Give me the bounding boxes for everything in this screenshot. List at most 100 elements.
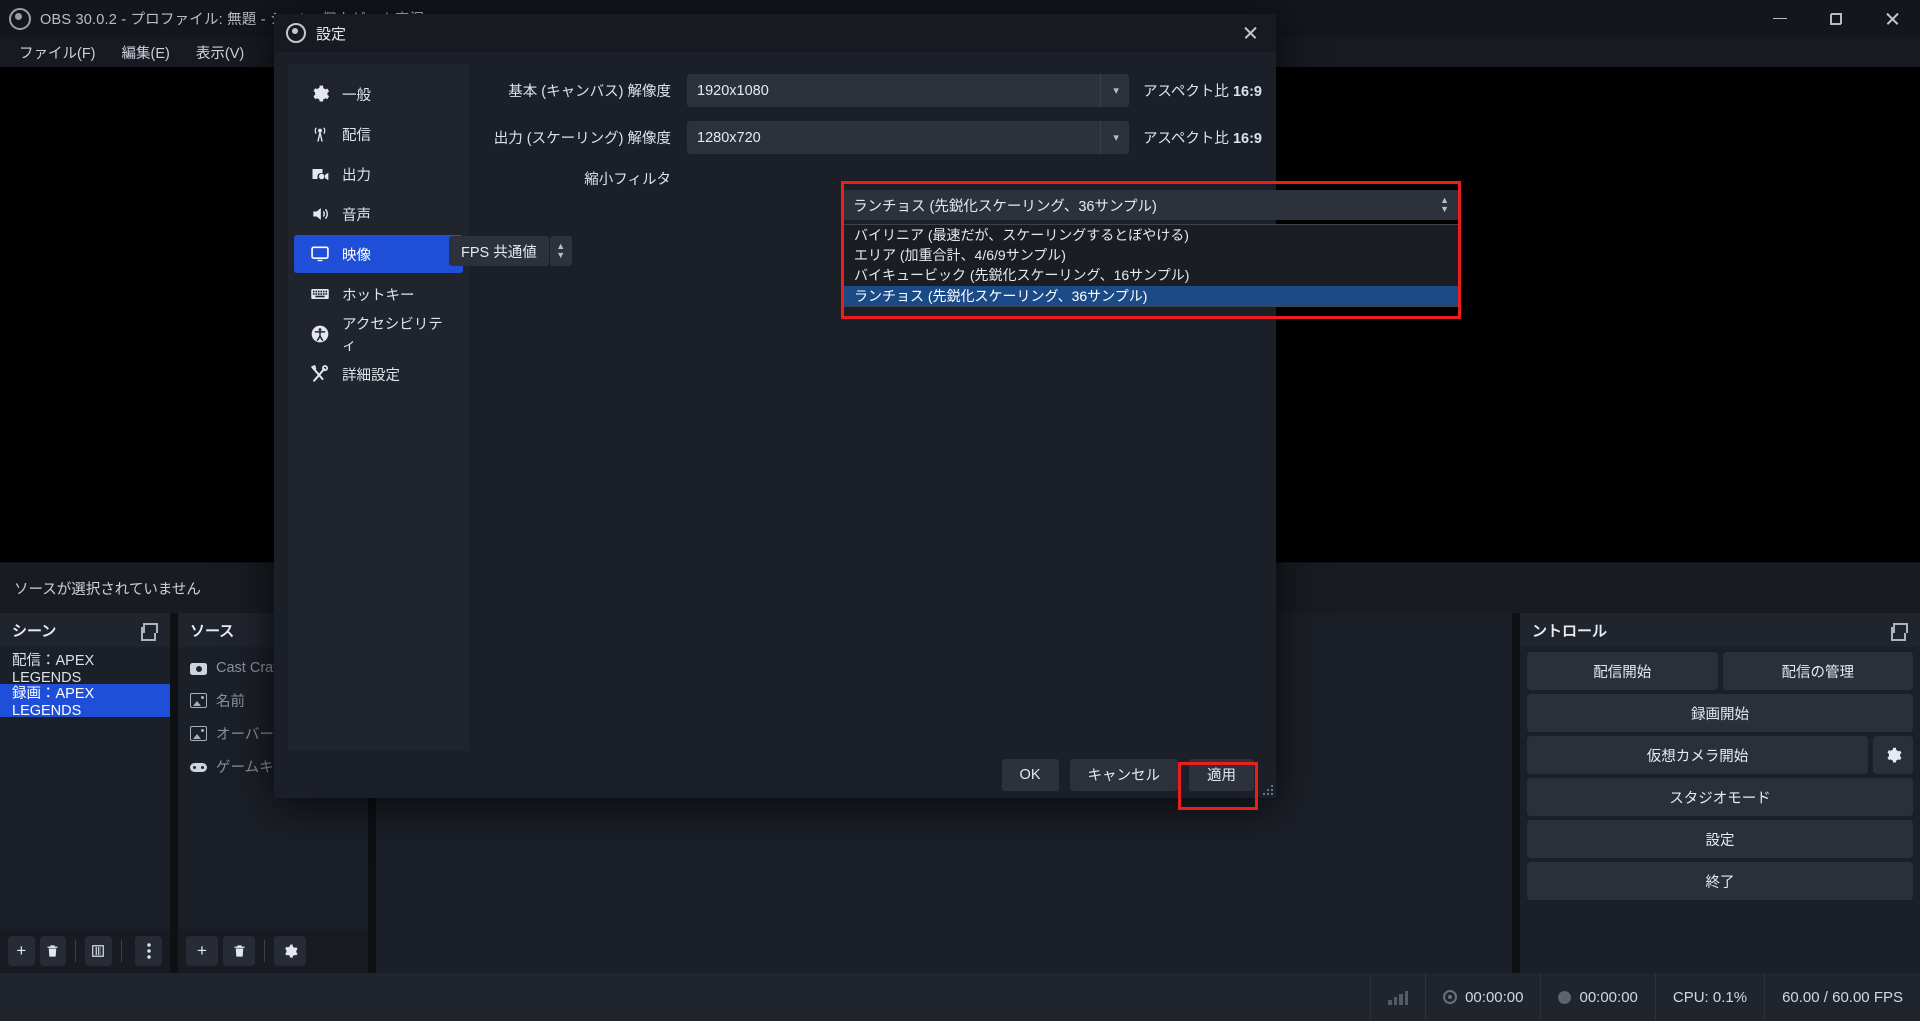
maximize-button[interactable] [1808, 0, 1864, 37]
remove-scene-button[interactable] [39, 936, 67, 966]
window-controls [1752, 0, 1920, 37]
close-icon [1885, 12, 1899, 26]
settings-dialog: 設定 一般 配信 出力 音声 映像 ホットキー アクセシビリティ 詳細設定 基本… [274, 14, 1461, 810]
toolbar-divider [264, 940, 265, 962]
controls-row-record: 録画開始 [1527, 694, 1913, 732]
remove-source-button[interactable] [223, 936, 255, 966]
source-properties-button[interactable] [274, 936, 306, 966]
downscale-filter-row: 縮小フィルタ [491, 168, 1262, 189]
minimize-icon [1773, 17, 1787, 20]
base-aspect-label: アスペクト比 [1142, 84, 1229, 100]
broadcast-icon [1443, 990, 1458, 1004]
sidebar-item-label: アクセシビリティ [342, 317, 443, 354]
toolbar-divider [120, 940, 122, 962]
gear-icon [1886, 747, 1902, 762]
downscale-filter-combo[interactable]: ランチョス (先鋭化スケーリング、36サンプル) ▲ ▼ [843, 190, 1459, 220]
base-aspect-ratio: アスペクト比 16:9 [1143, 80, 1262, 101]
scene-menu-button[interactable] [135, 936, 162, 966]
menu-edit[interactable]: 編集(E) [109, 38, 183, 67]
settings-close-button[interactable] [1224, 14, 1276, 52]
dropdown-option-bilinear[interactable]: バイリニア (最速だが、スケーリングするとぼやける) [844, 225, 1458, 245]
start-recording-button[interactable]: 録画開始 [1527, 694, 1913, 732]
output-resolution-combo[interactable]: 1280x720 ▾ [687, 121, 1129, 154]
controls-row-settings: 設定 [1527, 820, 1913, 858]
no-source-selected-label: ソースが選択されていません [14, 581, 201, 598]
trash-icon [47, 945, 58, 957]
gear-icon [284, 944, 298, 958]
sidebar-item-label: ホットキー [342, 287, 415, 304]
menu-file[interactable]: ファイル(F) [6, 38, 109, 67]
fps-stepper[interactable]: ▲ ▼ [549, 236, 572, 266]
output-aspect-label: アスペクト比 [1142, 131, 1229, 147]
minimize-button[interactable] [1752, 0, 1808, 37]
apply-button[interactable]: 適用 [1189, 758, 1254, 791]
downscale-filter-value: ランチョス (先鋭化スケーリング、36サンプル) [853, 198, 1157, 215]
monitor-icon [310, 244, 330, 264]
obs-application-window: OBS 30.0.2 - プロファイル: 無題 - シーン: 個人ゲーム実況 フ… [0, 0, 1920, 1021]
scenes-toolbar: + [0, 929, 170, 973]
sidebar-item-label: 出力 [342, 167, 371, 184]
output-aspect-ratio: アスペクト比 16:9 [1143, 127, 1262, 148]
status-stream-time: 00:00:00 [1425, 973, 1540, 1021]
sidebar-item-label: 映像 [342, 247, 371, 264]
maximize-restore-icon [1830, 12, 1842, 25]
sidebar-item-accessibility[interactable]: アクセシビリティ [294, 315, 463, 354]
image-icon [190, 726, 207, 741]
output-resolution-row: 出力 (スケーリング) 解像度 1280x720 ▾ アスペクト比 16:9 [491, 121, 1262, 154]
menu-view[interactable]: 表示(V) [183, 38, 257, 67]
scenes-list[interactable]: 配信：APEX LEGENDS 録画：APEX LEGENDS [0, 647, 170, 929]
add-source-button[interactable]: + [186, 936, 218, 966]
ok-button[interactable]: OK [1001, 758, 1059, 791]
scene-item-record[interactable]: 録画：APEX LEGENDS [0, 684, 170, 719]
controls-dock-title: ントロール [1532, 622, 1608, 640]
sidebar-item-audio[interactable]: 音声 [294, 195, 463, 233]
scenes-dock-header: シーン [0, 613, 170, 647]
sidebar-item-advanced[interactable]: 詳細設定 [294, 355, 463, 393]
image-icon [190, 693, 207, 708]
scene-filters-button[interactable] [84, 936, 112, 966]
fps-type-combo[interactable]: FPS 共通値 [449, 236, 549, 266]
studio-mode-button[interactable]: スタジオモード [1527, 778, 1913, 816]
base-resolution-row: 基本 (キャンバス) 解像度 1920x1080 ▾ アスペクト比 16:9 [491, 74, 1262, 107]
signal-bars-icon [1388, 989, 1409, 1005]
undock-icon[interactable] [141, 622, 158, 641]
settings-nav: 一般 配信 出力 音声 映像 ホットキー アクセシビリティ 詳細設定 [288, 64, 469, 751]
downscale-filter-dropdown[interactable]: バイリニア (最速だが、スケーリングするとぼやける) エリア (加重合計、4/6… [843, 224, 1459, 307]
sidebar-item-video[interactable]: 映像 [294, 235, 463, 273]
resize-grip[interactable] [1263, 785, 1273, 795]
camera-icon [190, 660, 207, 675]
settings-button[interactable]: 設定 [1527, 820, 1913, 858]
controls-dock-header: ントロール [1520, 613, 1920, 647]
obs-logo-icon [286, 23, 306, 43]
add-scene-button[interactable]: + [8, 936, 35, 966]
chevron-down-icon: ▼ [556, 250, 566, 260]
dropdown-option-bicubic[interactable]: バイキュービック (先鋭化スケーリング、16サンプル) [844, 265, 1458, 285]
sidebar-item-output[interactable]: 出力 [294, 155, 463, 193]
settings-dialog-title: 設定 [316, 25, 347, 43]
sidebar-item-general[interactable]: 一般 [294, 75, 463, 113]
dropdown-option-area[interactable]: エリア (加重合計、4/6/9サンプル) [844, 245, 1458, 265]
manage-broadcast-button[interactable]: 配信の管理 [1722, 652, 1913, 690]
base-resolution-combo[interactable]: 1920x1080 ▾ [687, 74, 1129, 107]
start-virtual-camera-button[interactable]: 仮想カメラ開始 [1527, 736, 1868, 774]
fps-type-value: FPS 共通値 [461, 244, 537, 261]
source-label: Cast Craft [216, 659, 282, 676]
controls-body: 配信開始 配信の管理 録画開始 仮想カメラ開始 スタジオモード 設定 終了 [1520, 647, 1920, 905]
settings-dialog-titlebar: 設定 [274, 14, 1276, 52]
status-record-time: 00:00:00 [1540, 973, 1654, 1021]
undock-icon[interactable] [1891, 622, 1908, 641]
start-streaming-button[interactable]: 配信開始 [1527, 652, 1718, 690]
downscale-filter-control: ランチョス (先鋭化スケーリング、36サンプル) ▲ ▼ バイリニア (最速だが、… [841, 181, 1461, 319]
dropdown-option-lanczos[interactable]: ランチョス (先鋭化スケーリング、36サンプル) [844, 285, 1458, 306]
cancel-button[interactable]: キャンセル [1069, 758, 1178, 791]
scene-label: 配信：APEX LEGENDS [12, 653, 95, 686]
sidebar-item-hotkeys[interactable]: ホットキー [294, 275, 463, 313]
close-window-button[interactable] [1864, 0, 1920, 37]
scene-item-stream[interactable]: 配信：APEX LEGENDS [0, 651, 170, 686]
keyboard-icon [310, 284, 330, 304]
chevron-down-icon: ▾ [1100, 121, 1119, 154]
virtual-camera-settings-button[interactable] [1873, 736, 1913, 774]
exit-button[interactable]: 終了 [1527, 862, 1913, 900]
sidebar-item-label: 音声 [342, 207, 371, 224]
sidebar-item-stream[interactable]: 配信 [294, 115, 463, 153]
